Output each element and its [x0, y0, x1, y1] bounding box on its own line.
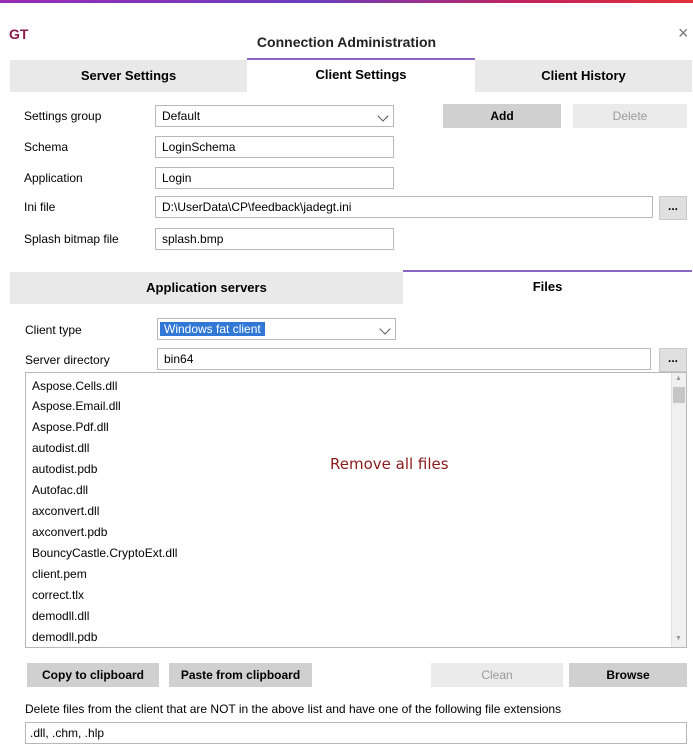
- list-item[interactable]: demodll.dll: [32, 609, 89, 623]
- tab-label: Client Settings: [315, 67, 407, 82]
- ini-file-label: Ini file: [24, 200, 56, 214]
- splash-input[interactable]: splash.bmp: [155, 228, 394, 250]
- remove-all-files-annotation: Remove all files: [330, 455, 449, 473]
- list-item[interactable]: client.pem: [32, 567, 87, 581]
- list-item[interactable]: axconvert.dll: [32, 504, 99, 518]
- schema-input[interactable]: LoginSchema: [155, 136, 394, 158]
- list-item[interactable]: demodll.pdb: [32, 630, 97, 644]
- add-button[interactable]: Add: [443, 104, 561, 128]
- tab-label: Files: [532, 279, 563, 294]
- list-item[interactable]: correct.tlx: [32, 588, 84, 602]
- tab-label: Server Settings: [80, 68, 177, 83]
- settings-group-select[interactable]: Default: [155, 105, 394, 127]
- files-list[interactable]: Aspose.Cells.dll Aspose.Email.dll Aspose…: [25, 372, 687, 648]
- scroll-down-icon[interactable]: ▼: [675, 635, 682, 642]
- tab-label: Application servers: [146, 280, 267, 295]
- list-item[interactable]: Autofac.dll: [32, 483, 88, 497]
- settings-group-value: Default: [162, 109, 201, 123]
- paste-from-clipboard-button[interactable]: Paste from clipboard: [169, 663, 312, 687]
- ini-browse-button[interactable]: ...: [659, 196, 687, 220]
- list-item[interactable]: Aspose.Pdf.dll: [32, 420, 109, 434]
- tab-application-servers[interactable]: Application servers: [10, 272, 403, 304]
- scroll-up-icon[interactable]: ▲: [675, 375, 682, 382]
- server-directory-label: Server directory: [25, 353, 110, 367]
- schema-label: Schema: [24, 140, 69, 154]
- scroll-thumb[interactable]: [673, 387, 685, 403]
- tab-client-history[interactable]: Client History: [475, 60, 692, 92]
- clean-button[interactable]: Clean: [431, 663, 563, 687]
- copy-to-clipboard-button[interactable]: Copy to clipboard: [27, 663, 159, 687]
- server-directory-input[interactable]: bin64: [157, 348, 651, 370]
- list-scrollbar[interactable]: ▲ ▼: [671, 373, 686, 647]
- splash-label: Splash bitmap file: [24, 232, 119, 246]
- client-type-select[interactable]: Windows fat client: [157, 318, 396, 340]
- ini-file-input[interactable]: D:\UserData\CP\feedback\jadegt.ini: [155, 196, 653, 218]
- tab-label: Client History: [541, 68, 626, 83]
- chevron-down-icon: [379, 323, 391, 335]
- list-item[interactable]: Aspose.Cells.dll: [32, 379, 117, 393]
- title-bar: [0, 3, 693, 36]
- tab-files[interactable]: Files: [403, 270, 692, 302]
- close-icon[interactable]: ×: [678, 24, 689, 42]
- list-item[interactable]: autodist.pdb: [32, 462, 97, 476]
- list-item[interactable]: axconvert.pdb: [32, 525, 107, 539]
- browse-button[interactable]: Browse: [569, 663, 687, 687]
- settings-group-label: Settings group: [24, 109, 102, 123]
- delete-button[interactable]: Delete: [573, 104, 687, 128]
- tab-server-settings[interactable]: Server Settings: [10, 60, 247, 92]
- list-item[interactable]: Aspose.Email.dll: [32, 399, 121, 413]
- server-directory-browse-button[interactable]: ...: [659, 348, 687, 372]
- application-label: Application: [24, 171, 83, 185]
- window-title: Connection Administration: [256, 34, 437, 50]
- delete-files-description: Delete files from the client that are NO…: [25, 702, 562, 716]
- list-item[interactable]: BouncyCastle.CryptoExt.dll: [32, 546, 177, 560]
- client-type-label: Client type: [25, 323, 82, 337]
- extensions-input[interactable]: .dll, .chm, .hlp: [25, 722, 687, 744]
- client-type-value: Windows fat client: [160, 322, 265, 336]
- list-item[interactable]: autodist.dll: [32, 441, 89, 455]
- application-input[interactable]: Login: [155, 167, 394, 189]
- tab-client-settings[interactable]: Client Settings: [247, 58, 475, 90]
- chevron-down-icon: [377, 110, 389, 122]
